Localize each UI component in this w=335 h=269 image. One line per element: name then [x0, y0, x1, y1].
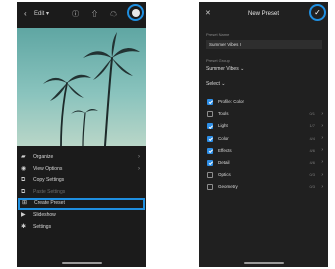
menu-item-paste-settings: ⧉ Paste Settings	[17, 187, 146, 199]
home-indicator	[61, 262, 102, 264]
chevron-right-icon[interactable]: ›	[321, 184, 323, 190]
preset-name-field[interactable]	[206, 40, 322, 49]
menu-item-view-options[interactable]: ◉ View Options ›	[17, 164, 146, 176]
edit-mode-dropdown[interactable]: Edit ▾	[34, 10, 49, 17]
edit-screen: ‹ Edit ▾ ⓘ ⇧ ☁ ▰ Organize › ◉ View Optio…	[17, 2, 146, 267]
preset-group-label: Preset Group	[206, 58, 230, 63]
menu-item-label: Slideshow	[33, 211, 56, 218]
setting-count: 4/4	[309, 135, 315, 141]
checkbox-unchecked[interactable]	[207, 172, 213, 179]
chevron-right-icon[interactable]: ›	[321, 159, 323, 165]
setting-label: Optics	[218, 172, 231, 178]
setting-label: Color	[218, 135, 229, 141]
top-bar: ‹ Edit ▾ ⓘ ⇧ ☁	[17, 2, 146, 28]
settings-checklist: Profile: Color Tools 0/1 › Light 1/7 › Color 4/4…	[205, 96, 324, 194]
setting-count: 1/7	[309, 123, 315, 129]
checkbox-checked[interactable]	[207, 147, 213, 154]
more-options-icon	[131, 8, 140, 17]
menu-item-copy-settings[interactable]: ⧉ Copy Settings	[17, 175, 146, 187]
setting-label: Effects	[218, 147, 232, 153]
menu-item-settings[interactable]: ✱ Settings	[17, 222, 146, 234]
setting-row-geometry[interactable]: Geometry 0/3 ›	[205, 181, 324, 193]
checkbox-checked[interactable]	[207, 123, 213, 130]
menu-item-label: Organize	[33, 154, 54, 160]
eye-icon: ◉	[21, 165, 27, 172]
checkbox-checked[interactable]	[207, 135, 213, 142]
preset-icon: ⊞	[22, 200, 28, 207]
chevron-right-icon[interactable]: ›	[321, 111, 323, 117]
setting-label: Geometry	[218, 184, 238, 190]
setting-row-tools[interactable]: Tools 0/1 ›	[205, 108, 324, 120]
chevron-right-icon[interactable]: ›	[321, 147, 323, 153]
photo-preview	[17, 28, 146, 147]
checkbox-checked[interactable]	[207, 159, 213, 166]
setting-label: Profile: Color	[218, 99, 245, 104]
setting-label: Tools	[218, 111, 229, 117]
options-menu: ▰ Organize › ◉ View Options › ⧉ Copy Settings ⧉ P…	[17, 152, 146, 233]
setting-label: Light	[218, 123, 228, 129]
menu-item-label: Copy Settings	[33, 177, 65, 184]
paste-icon: ⧉	[21, 188, 26, 195]
setting-count: 0/3	[309, 172, 315, 178]
palm-trees-image	[43, 32, 140, 147]
menu-item-create-preset[interactable]: ⊞ Create Preset	[18, 198, 145, 210]
menu-item-organize[interactable]: ▰ Organize ›	[17, 152, 146, 164]
checkbox-unchecked[interactable]	[207, 184, 213, 191]
setting-count: 4/6	[309, 147, 315, 153]
menu-item-label: Create Preset	[34, 200, 65, 207]
play-icon: ▶	[21, 211, 26, 218]
preset-name-label: Preset Name	[206, 32, 230, 37]
setting-count: 0/1	[309, 111, 315, 117]
setting-count: 4/6	[309, 159, 315, 165]
chevron-right-icon[interactable]: ›	[321, 172, 323, 178]
setting-row-optics[interactable]: Optics 0/3 ›	[205, 169, 324, 181]
chevron-right-icon[interactable]: ›	[321, 135, 323, 141]
confirm-button[interactable]: ✓	[309, 4, 326, 21]
setting-count: 0/3	[309, 184, 315, 190]
checkmark-icon: ✓	[314, 8, 321, 17]
checkbox-unchecked[interactable]	[207, 111, 213, 118]
chevron-right-icon: ›	[138, 154, 140, 160]
menu-item-label: Paste Settings	[33, 188, 66, 195]
setting-label: Detail	[218, 159, 230, 165]
preset-group-dropdown[interactable]: Summer Vibes ⌄	[206, 66, 244, 72]
toolbar-icons[interactable]: ⓘ ⇧ ☁	[72, 9, 122, 19]
setting-row-profile-color[interactable]: Profile: Color	[205, 96, 324, 108]
select-dropdown[interactable]: Select ⌄	[206, 81, 225, 87]
folder-icon: ▰	[21, 154, 26, 160]
setting-row-color[interactable]: Color 4/4 ›	[205, 133, 324, 145]
menu-item-slideshow[interactable]: ▶ Slideshow	[17, 210, 146, 222]
new-preset-screen: ✕ New Preset ✓ Preset Name Preset Group …	[199, 2, 328, 267]
setting-row-detail[interactable]: Detail 4/6 ›	[205, 157, 324, 169]
copy-icon: ⧉	[21, 177, 26, 184]
setting-row-effects[interactable]: Effects 4/6 ›	[205, 145, 324, 157]
menu-item-label: Settings	[33, 223, 52, 230]
setting-row-light[interactable]: Light 1/7 ›	[205, 120, 324, 132]
menu-item-label: View Options	[33, 165, 63, 172]
more-options-button[interactable]	[127, 4, 144, 21]
chevron-right-icon[interactable]: ›	[321, 123, 323, 129]
gear-icon: ✱	[21, 223, 27, 230]
chevron-right-icon: ›	[138, 165, 140, 172]
back-icon[interactable]: ‹	[24, 9, 27, 19]
checkbox-checked[interactable]	[207, 99, 213, 105]
home-indicator	[243, 262, 284, 264]
